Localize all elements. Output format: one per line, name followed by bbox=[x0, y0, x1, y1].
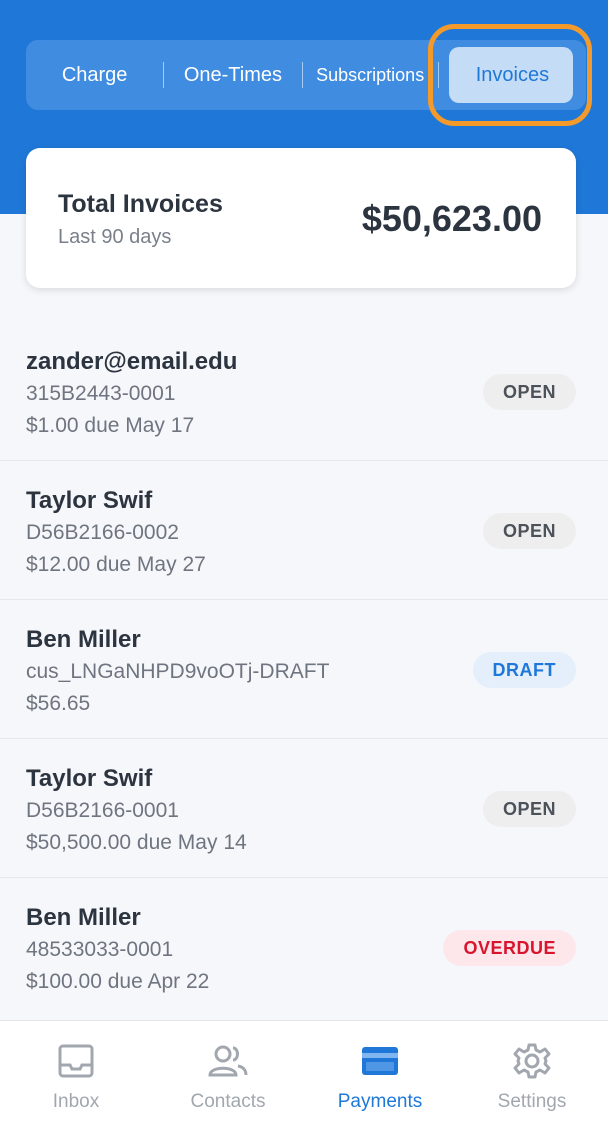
invoice-customer: zander@email.edu bbox=[26, 348, 238, 375]
nav-item-settings[interactable]: Settings bbox=[456, 1021, 608, 1133]
nav-item-contacts[interactable]: Contacts bbox=[152, 1021, 304, 1133]
tab-invoices-label: Invoices bbox=[475, 63, 550, 86]
total-invoices-card: Total Invoices Last 90 days $50,623.00 bbox=[26, 148, 576, 288]
tab-invoices[interactable]: Invoices bbox=[439, 40, 586, 110]
invoice-row[interactable]: Taylor Swif D56B2166-0002 $12.00 due May… bbox=[0, 461, 608, 600]
nav-item-contacts-label: Contacts bbox=[190, 1091, 266, 1112]
tab-charge-label: Charge bbox=[61, 63, 128, 86]
status-badge: OPEN bbox=[482, 374, 576, 410]
invoice-number: D56B2166-0001 bbox=[26, 799, 179, 822]
status-badge: DRAFT bbox=[472, 652, 576, 688]
nav-item-payments[interactable]: Payments bbox=[304, 1021, 456, 1133]
invoice-list: zander@email.edu 315B2443-0001 $1.00 due… bbox=[0, 322, 608, 1017]
nav-item-payments-label: Payments bbox=[337, 1091, 423, 1112]
tab-charge[interactable]: Charge bbox=[26, 40, 163, 110]
invoice-number: 315B2443-0001 bbox=[26, 382, 176, 405]
nav-item-inbox-label: Inbox bbox=[52, 1091, 100, 1112]
gear-icon bbox=[512, 1041, 552, 1081]
invoice-customer: Taylor Swif bbox=[26, 487, 153, 514]
bottom-navigation: Inbox Contacts Payments Settings bbox=[0, 1020, 608, 1133]
invoice-amount-due: $56.65 bbox=[26, 692, 91, 715]
summary-title: Total Invoices bbox=[58, 190, 223, 218]
summary-total-amount: $50,623.00 bbox=[361, 198, 542, 239]
tab-subscriptions-label: Subscriptions bbox=[316, 64, 425, 85]
tab-subscriptions[interactable]: Subscriptions bbox=[303, 40, 438, 110]
invoice-customer: Ben Miller bbox=[26, 904, 141, 931]
nav-item-inbox[interactable]: Inbox bbox=[0, 1021, 152, 1133]
invoice-amount-due: $100.00 due Apr 22 bbox=[26, 970, 210, 993]
invoice-amount-due: $1.00 due May 17 bbox=[26, 414, 195, 437]
status-badge: OPEN bbox=[482, 791, 576, 827]
invoices-screen: Charge One-Times Subscriptions Invoices … bbox=[0, 0, 608, 1133]
tab-one-times-label: One-Times bbox=[183, 63, 282, 86]
invoice-amount-due: $50,500.00 due May 14 bbox=[26, 831, 247, 854]
inbox-icon bbox=[56, 1041, 96, 1081]
tab-one-times[interactable]: One-Times bbox=[164, 40, 301, 110]
status-badge: OVERDUE bbox=[443, 930, 576, 966]
invoice-number: 48533033-0001 bbox=[26, 938, 174, 961]
nav-item-settings-label: Settings bbox=[497, 1091, 567, 1112]
status-badge: OPEN bbox=[482, 513, 576, 549]
payment-type-tabs: Charge One-Times Subscriptions Invoices bbox=[26, 40, 586, 110]
invoice-row[interactable]: zander@email.edu 315B2443-0001 $1.00 due… bbox=[0, 322, 608, 461]
summary-period: Last 90 days bbox=[58, 226, 172, 248]
invoice-customer: Ben Miller bbox=[26, 626, 141, 653]
invoice-customer: Taylor Swif bbox=[26, 765, 153, 792]
invoice-row[interactable]: Ben Miller cus_LNGaNHPD9voOTj-DRAFT $56.… bbox=[0, 600, 608, 739]
contacts-icon bbox=[208, 1041, 248, 1081]
payments-card-icon bbox=[360, 1041, 400, 1081]
invoice-number: cus_LNGaNHPD9voOTj-DRAFT bbox=[26, 660, 330, 683]
invoice-number: D56B2166-0002 bbox=[26, 521, 179, 544]
invoice-row[interactable]: Taylor Swif D56B2166-0001 $50,500.00 due… bbox=[0, 739, 608, 878]
invoice-row[interactable]: Ben Miller 48533033-0001 $100.00 due Apr… bbox=[0, 878, 608, 1017]
invoice-amount-due: $12.00 due May 27 bbox=[26, 553, 206, 576]
